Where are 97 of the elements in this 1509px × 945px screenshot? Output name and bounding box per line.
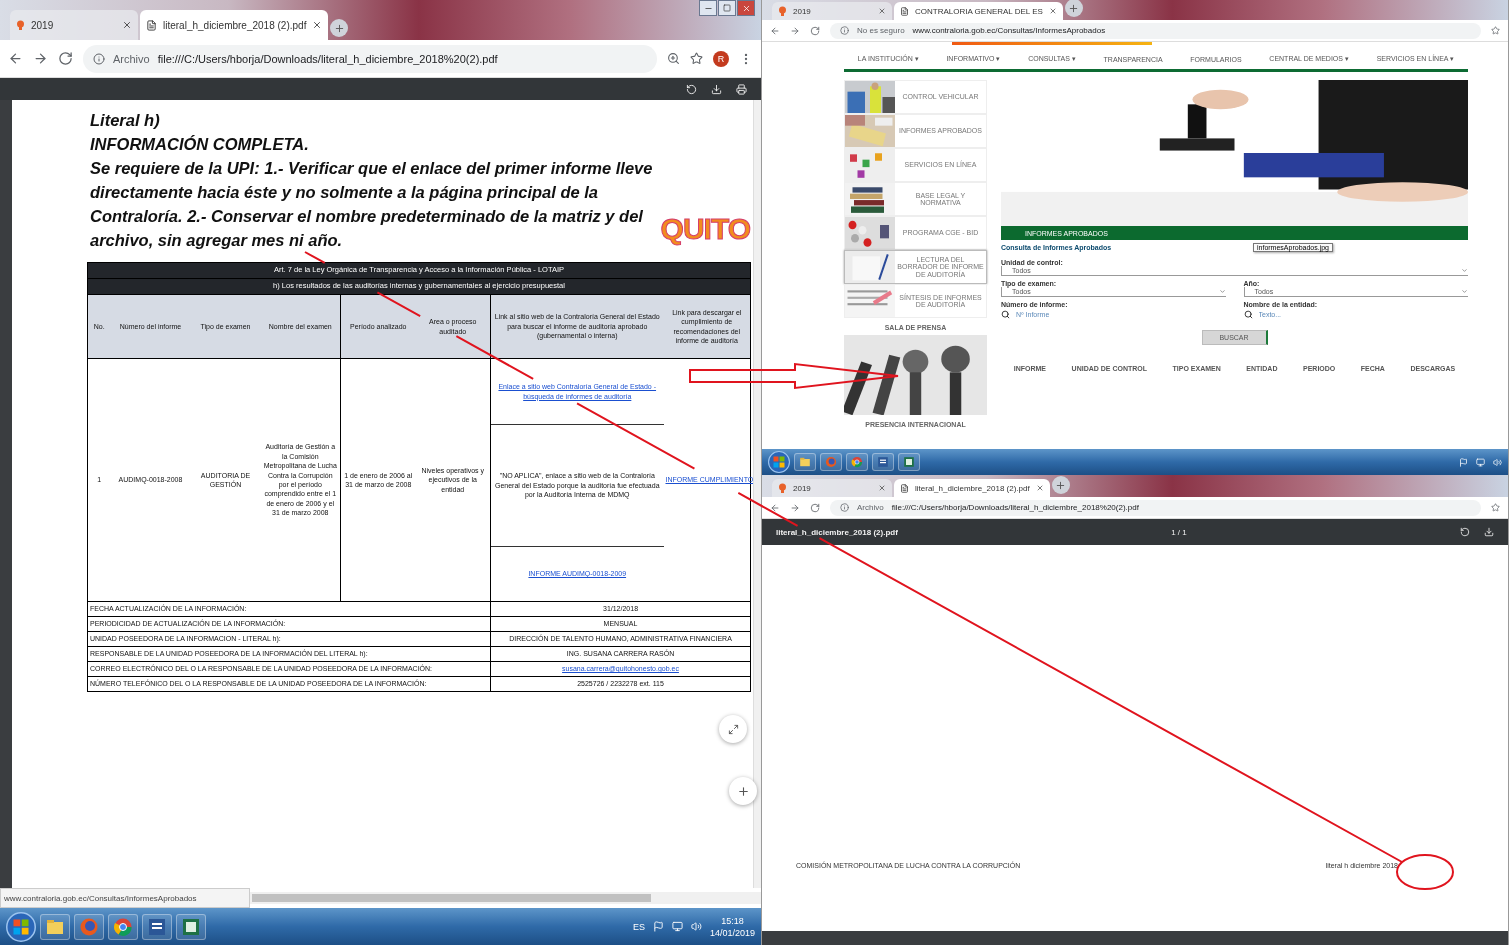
reload-icon[interactable] [810,502,820,513]
zoom-icon[interactable] [667,52,680,65]
url-text: file:///C:/Users/hborja/Downloads/literal_h_diciembre_2018%20(2).pdf [891,503,1139,512]
download-icon[interactable] [1484,527,1494,537]
browser-tab[interactable]: literal_h_diciembre_2018 (2).pdf [894,479,1050,497]
close-icon[interactable] [312,20,323,30]
logo: QUITO [660,212,750,246]
minimize-button[interactable] [699,0,717,16]
browser-icon[interactable] [113,916,133,937]
plus-icon[interactable] [736,784,750,798]
profile-avatar[interactable]: R [713,50,729,67]
bookmark-icon[interactable] [1491,503,1500,512]
network-icon[interactable] [1476,457,1485,467]
search-icon [1243,309,1253,319]
browser-tab[interactable]: 2019 [10,10,138,40]
browser-tab[interactable]: literal_h_diciembre_2018 (2).pdf [140,10,329,40]
browser-tab[interactable]: 2019 [772,479,892,497]
rotate-icon[interactable] [686,83,697,95]
security-label: Archivo [113,52,150,65]
volume-icon[interactable] [690,921,702,932]
reload-icon[interactable] [58,51,73,66]
close-icon[interactable] [741,3,751,13]
new-tab-button[interactable] [1064,0,1083,17]
plus-icon[interactable] [1055,479,1067,491]
clock-date[interactable]: 14/01/2019 [709,926,755,939]
network-icon[interactable] [671,921,683,932]
close-icon[interactable] [878,484,886,492]
flag-icon[interactable] [1459,457,1468,467]
page-counter: 1 / 1 [1171,527,1187,537]
search-icon [1001,309,1010,319]
document-heading: Literal h) [90,110,161,131]
close-icon[interactable] [878,7,886,15]
info-icon [840,503,849,512]
security-label: No es seguro [857,26,905,35]
note-paragraph: Se requiere de la UPI: 1.- Verificar que el enlace del primer informe lleve directamente hacia éste y no solmente a la página principal de la Contraloría. 2.- Conservar el nombre predeterminado de la matriz y del archivo, sin agregar mes ni año. [90,158,654,251]
scrollbar[interactable] [250,892,761,904]
url-text: file:///C:/Users/hborja/Downloads/literal_h_diciembre_2018%20(2).pdf [157,52,498,65]
site-icon [16,20,25,30]
document-app-icon[interactable] [147,916,167,937]
new-tab-button[interactable] [1051,476,1070,494]
caret-icon[interactable] [1461,267,1468,274]
document-icon [900,483,909,493]
clock-time[interactable]: 15:18 [721,914,744,927]
close-icon[interactable] [122,20,132,30]
download-icon[interactable] [711,83,722,95]
caret-icon[interactable] [1461,288,1468,295]
address-field[interactable]: Archivo file:///C:/Users/hborja/Downloads/literal_h_diciembre_2018%20(2).pdf [83,44,657,73]
info-icon [840,26,849,35]
forward-icon[interactable] [790,25,800,36]
info-icon [93,52,105,65]
pdf-title: literal_h_diciembre_2018 (2).pdf [776,527,898,537]
back-icon[interactable] [8,51,23,66]
site-icon [778,483,787,493]
back-icon[interactable] [770,502,780,513]
url-text: www.contraloria.gob.ec/Consultas/InformesAprobados [912,26,1106,35]
address-field[interactable]: Archivo file:///C:/Users/hborja/Downloads/literal_h_diciembre_2018%20(2).pdf [830,499,1481,516]
address-field[interactable]: No es seguro www.contraloria.gob.ec/Consultas/InformesAprobados [830,22,1481,39]
spreadsheet-app-icon[interactable] [903,456,915,468]
scrollbar[interactable] [753,100,761,888]
browser-icon[interactable] [851,456,863,468]
site-icon [778,6,787,16]
browser-tab[interactable]: 2019 [772,2,892,20]
caret-icon[interactable] [1218,288,1226,295]
print-icon[interactable] [736,83,747,95]
restore-button[interactable] [718,0,736,16]
start-button[interactable] [6,911,36,942]
bookmark-icon[interactable] [1491,26,1500,35]
expand-icon[interactable] [727,723,739,735]
fit-page-button[interactable] [719,715,747,743]
folder-icon[interactable] [799,456,811,468]
plus-icon[interactable] [333,22,345,34]
circle-annotation [1396,854,1454,890]
document-app-icon[interactable] [877,456,889,468]
document-icon [900,6,909,16]
forward-icon[interactable] [790,502,800,513]
security-label: Archivo [857,503,884,512]
rotate-icon[interactable] [1460,527,1470,537]
language-indicator[interactable]: ES [632,921,645,932]
plus-icon[interactable] [1068,2,1080,14]
start-button[interactable] [768,451,790,473]
flag-icon[interactable] [652,921,664,932]
close-icon[interactable] [1048,7,1057,15]
close-button[interactable] [737,0,755,16]
scrollbar[interactable] [762,931,1508,945]
close-icon[interactable] [1035,484,1044,492]
document-icon [146,19,157,31]
new-tab-button[interactable] [330,19,349,37]
back-icon[interactable] [770,25,780,36]
bookmark-icon[interactable] [690,52,703,65]
browser-tab[interactable]: CONTRALORIA GENERAL DEL ES [894,2,1063,20]
reload-icon[interactable] [810,25,820,36]
spreadsheet-app-icon[interactable] [181,916,201,937]
volume-icon[interactable] [1493,457,1502,467]
restore-icon[interactable] [723,4,731,12]
forward-icon[interactable] [33,51,48,66]
document-subheading: INFORMACIÓN COMPLETA. [90,134,310,155]
status-url: www.contraloria.gob.ec/Consultas/InformesAprobados [0,888,250,908]
